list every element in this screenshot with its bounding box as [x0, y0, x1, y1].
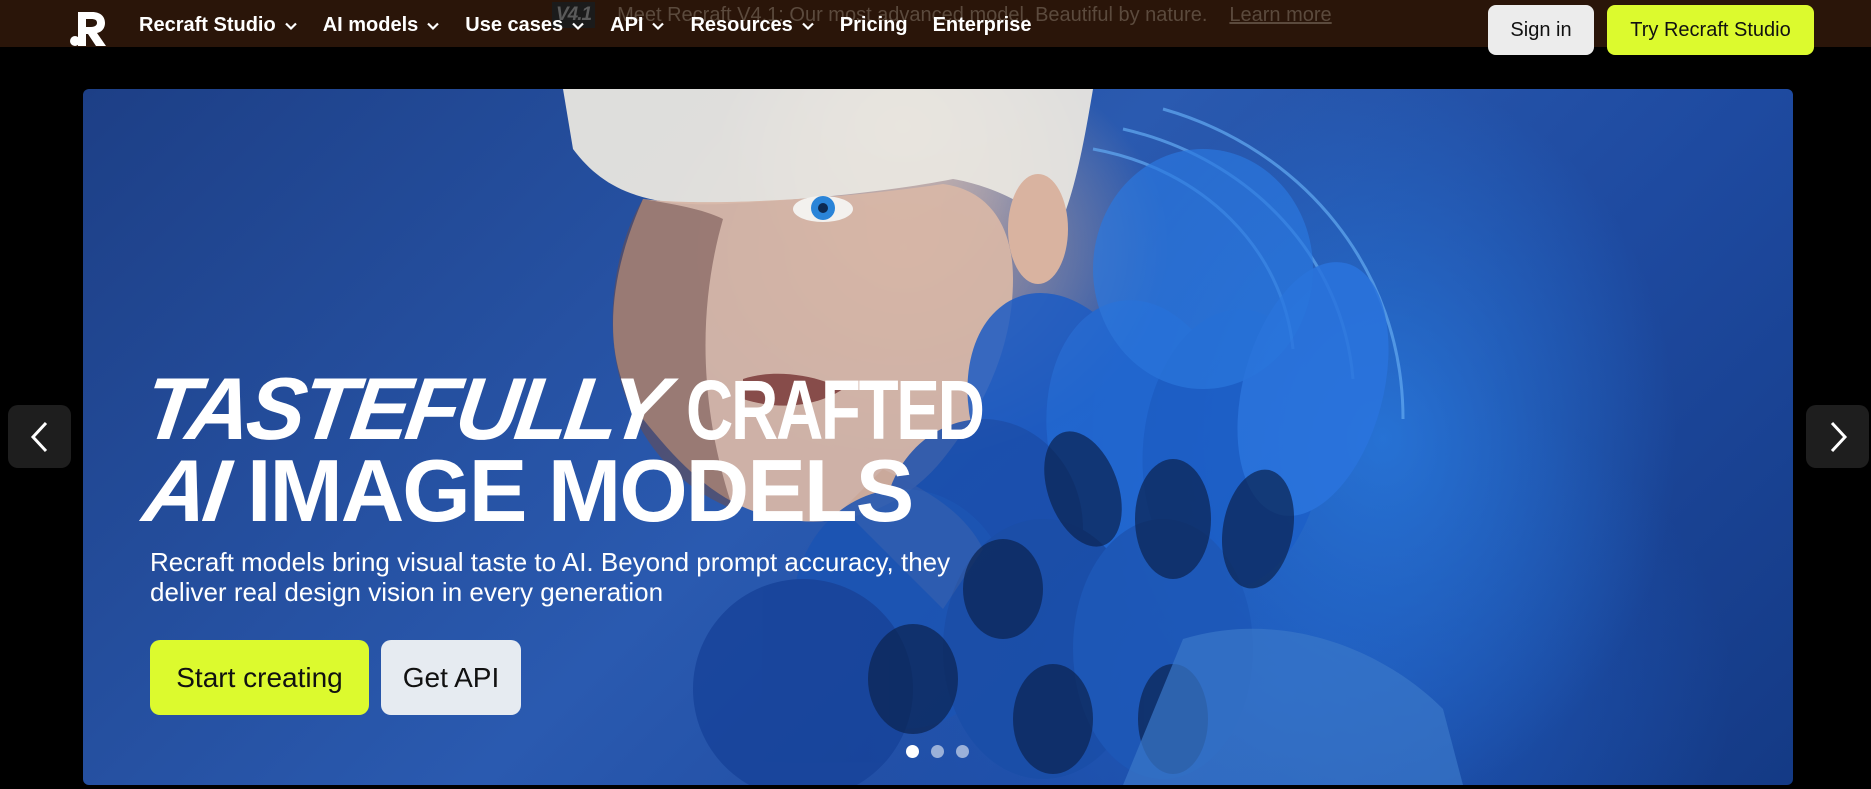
- nav-enterprise[interactable]: Enterprise: [933, 14, 1032, 37]
- top-bar: V4.1 Meet Recraft V4.1: Our most advance…: [0, 0, 1871, 55]
- headline-image-models: IMAGE MODELS: [247, 441, 914, 540]
- hero-subtitle: Recraft models bring visual taste to AI.…: [150, 547, 1010, 607]
- chevron-down-icon: [284, 22, 297, 30]
- nav-label: Enterprise: [932, 14, 1032, 36]
- hero-headline: TASTEFULLY CRAFTED AI IMAGE MODELS: [138, 359, 1066, 540]
- nav-ai-models[interactable]: AI models: [323, 14, 441, 37]
- hero-carousel: TASTEFULLY CRAFTED AI IMAGE MODELS Recra…: [83, 89, 1793, 785]
- headline-tastefully: TASTEFULLY: [138, 359, 671, 458]
- subtitle-line: Recraft models bring visual taste to AI.…: [150, 547, 951, 577]
- chevron-down-icon: [652, 22, 665, 30]
- nav-label: Pricing: [839, 14, 908, 36]
- headline-crafted: CRAFTED: [685, 363, 985, 457]
- subtitle-line: deliver real design vision in every gene…: [150, 577, 664, 607]
- nav-recraft-studio[interactable]: Recraft Studio: [139, 14, 298, 37]
- get-api-button[interactable]: Get API: [381, 640, 521, 715]
- carousel-dot[interactable]: [956, 745, 969, 758]
- carousel-dots: [906, 745, 969, 758]
- try-recraft-studio-button[interactable]: Try Recraft Studio: [1607, 5, 1814, 55]
- chevron-left-icon: [30, 421, 47, 452]
- nav-label: Resources: [690, 14, 793, 36]
- learn-more-link[interactable]: Learn more: [1229, 4, 1331, 27]
- nav-use-cases[interactable]: Use cases: [465, 14, 585, 37]
- chevron-down-icon: [801, 22, 814, 30]
- chevron-down-icon: [572, 22, 584, 30]
- chevron-down-icon: [427, 22, 440, 30]
- carousel-next-button[interactable]: [1806, 405, 1869, 468]
- nav-label: API: [610, 14, 644, 36]
- page: V4.1 Meet Recraft V4.1: Our most advance…: [0, 0, 1871, 789]
- nav-resources[interactable]: Resources: [690, 14, 814, 37]
- sign-in-button[interactable]: Sign in: [1488, 5, 1594, 55]
- nav-label: AI models: [322, 14, 419, 36]
- carousel-prev-button[interactable]: [8, 405, 71, 468]
- chevron-right-icon: [1830, 421, 1847, 452]
- start-creating-button[interactable]: Start creating: [150, 640, 369, 715]
- main-nav: Recraft Studio AI models Use cases API R…: [139, 14, 1057, 37]
- headline-ai: AI: [138, 441, 233, 540]
- nav-pricing[interactable]: Pricing: [840, 14, 908, 37]
- recraft-logo-icon[interactable]: [70, 10, 108, 48]
- nav-api[interactable]: API: [610, 14, 665, 37]
- nav-label: Use cases: [465, 14, 564, 36]
- carousel-dot[interactable]: [906, 745, 919, 758]
- carousel-dot[interactable]: [931, 745, 944, 758]
- nav-label: Recraft Studio: [139, 14, 276, 36]
